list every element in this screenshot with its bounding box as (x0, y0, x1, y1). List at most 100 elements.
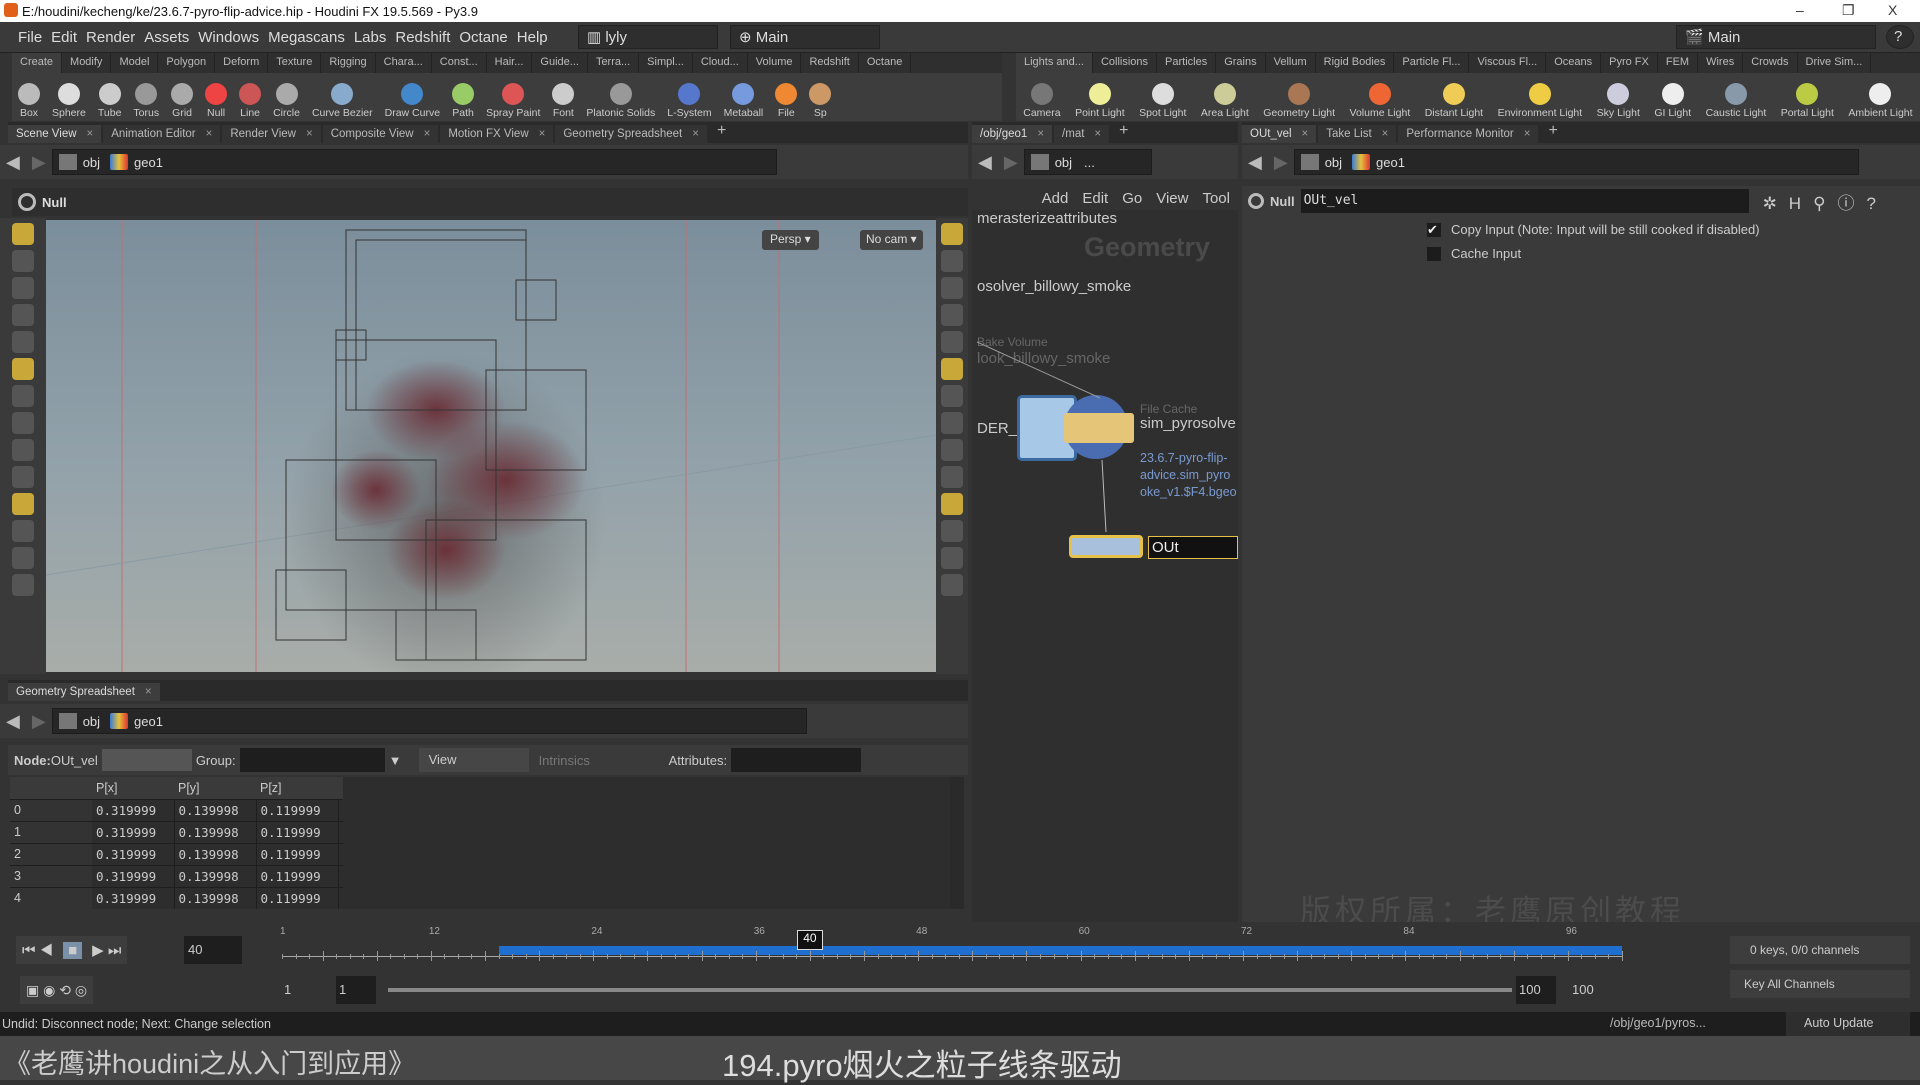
tool-l-system[interactable]: L-System (661, 73, 717, 119)
column-header[interactable] (10, 777, 92, 800)
back-icon[interactable]: ◀ (6, 152, 20, 173)
viewport-tool-icon[interactable] (941, 277, 963, 299)
viewport-tool-icon[interactable] (12, 439, 34, 461)
shelf-tab-terra[interactable]: Terra... (588, 53, 640, 73)
shelf-tab-chara[interactable]: Chara... (376, 53, 432, 73)
node-rename-input[interactable]: OUt (1148, 536, 1238, 559)
shelf-tab-grains[interactable]: Grains (1216, 53, 1266, 73)
shelf-tab-collisions[interactable]: Collisions (1093, 53, 1158, 73)
menu-redshift[interactable]: Redshift (395, 29, 450, 46)
tool-platonic-solids[interactable]: Platonic Solids (580, 73, 661, 119)
tab-mat[interactable]: /mat × (1054, 125, 1110, 143)
viewport-tool-icon[interactable] (12, 277, 34, 299)
shelf-tab-hair[interactable]: Hair... (487, 53, 533, 73)
spreadsheet-scrollbar[interactable] (950, 777, 964, 909)
tool-path[interactable]: Path (446, 73, 480, 119)
menu-windows[interactable]: Windows (198, 29, 259, 46)
range-start[interactable]: 1 (284, 982, 291, 997)
tool-file[interactable]: File (769, 73, 803, 119)
viewport-tool-icon[interactable] (12, 574, 34, 596)
viewport-tool-icon[interactable] (941, 466, 963, 488)
shelf-tab-guide[interactable]: Guide... (532, 53, 588, 73)
tab-obj-geo1[interactable]: /obj/geo1 × (972, 125, 1053, 143)
shelf-tab-pyro-fx[interactable]: Pyro FX (1601, 53, 1658, 73)
shelf-tab-texture[interactable]: Texture (268, 53, 322, 73)
help-icon[interactable]: ? (1886, 25, 1914, 49)
cache-input-checkbox[interactable]: Cache Input (1427, 246, 1521, 261)
tool-sp[interactable]: Sp (803, 73, 837, 119)
tool-spot-light[interactable]: Spot Light (1133, 73, 1192, 119)
network-menu-go[interactable]: Go (1122, 190, 1142, 207)
close-tab-icon[interactable]: × (1094, 128, 1101, 140)
tool-spray-paint[interactable]: Spray Paint (480, 73, 546, 119)
range-end[interactable]: 100 (1572, 982, 1594, 997)
tool-circle[interactable]: Circle (267, 73, 306, 119)
path-breadcrumb[interactable]: obj geo1 (1293, 149, 1859, 175)
viewport-tool-icon[interactable] (12, 250, 34, 272)
tool-line[interactable]: Line (233, 73, 267, 119)
shelf-tab-fem[interactable]: FEM (1658, 53, 1699, 73)
path-breadcrumb[interactable]: obj... (1023, 149, 1152, 175)
close-tab-icon[interactable]: × (1524, 128, 1531, 140)
back-icon[interactable]: ◀ (978, 152, 992, 173)
checkbox-icon[interactable]: ✔ (1427, 222, 1441, 237)
path-breadcrumb[interactable]: obj geo1 (51, 708, 807, 734)
tab-performance-monitor[interactable]: Performance Monitor × (1398, 125, 1539, 143)
camera-menu[interactable]: No cam ▾ (860, 230, 923, 250)
viewport-tool-icon[interactable] (941, 358, 963, 380)
menu-assets[interactable]: Assets (144, 29, 189, 46)
shelf-tab-create[interactable]: Create (12, 53, 63, 73)
close-tab-icon[interactable]: × (692, 128, 699, 140)
shelf-tab-rigid-bodies[interactable]: Rigid Bodies (1316, 53, 1395, 73)
viewport-tool-icon[interactable] (941, 493, 963, 515)
tool-geometry-light[interactable]: Geometry Light (1257, 73, 1341, 119)
tab-animation-editor[interactable]: Animation Editor × (103, 125, 221, 143)
close-tab-icon[interactable]: × (206, 128, 213, 140)
auto-update-menu[interactable]: Auto Update (1786, 1012, 1910, 1036)
tool-area-light[interactable]: Area Light (1195, 73, 1255, 119)
viewport-tool-icon[interactable] (12, 223, 34, 245)
shelf-tab-model[interactable]: Model (111, 53, 159, 73)
forward-icon[interactable]: ▶ (1004, 152, 1018, 173)
network-menu-tool[interactable]: Tool (1202, 190, 1230, 207)
column-header[interactable]: P[y] (174, 777, 256, 800)
close-tab-icon[interactable]: × (1382, 128, 1389, 140)
viewport-tool-icon[interactable] (12, 304, 34, 326)
status-node-path[interactable]: /obj/geo1/pyros... (1610, 1016, 1730, 1030)
shelf-tab-vellum[interactable]: Vellum (1266, 53, 1316, 73)
menu-labs[interactable]: Labs (354, 29, 387, 46)
view-menu[interactable]: View (418, 748, 529, 772)
tool-curve-bezier[interactable]: Curve Bezier (306, 73, 379, 119)
add-tab-icon[interactable]: + (1111, 119, 1136, 143)
tool-gi-light[interactable]: GI Light (1648, 73, 1697, 119)
viewport-tool-icon[interactable] (941, 250, 963, 272)
tool-point-light[interactable]: Point Light (1069, 73, 1131, 119)
viewport-tool-icon[interactable] (941, 304, 963, 326)
add-tab-icon[interactable]: + (1540, 119, 1565, 143)
playback-end-input[interactable]: 100 (1516, 976, 1556, 1004)
shelf-tab-redshift[interactable]: Redshift (801, 53, 859, 73)
shelf-tab-crowds[interactable]: Crowds (1743, 53, 1798, 73)
viewport-tool-icon[interactable] (941, 331, 963, 353)
menu-edit[interactable]: Edit (51, 29, 77, 46)
tab-out-vel[interactable]: OUt_vel × (1242, 125, 1317, 143)
close-tab-icon[interactable]: × (306, 128, 313, 140)
tab-geometry-spreadsheet[interactable]: Geometry Spreadsheet × (8, 683, 160, 701)
viewport-3d[interactable]: Persp ▾ No cam ▾ (46, 220, 936, 672)
tab-scene-view[interactable]: Scene View × (8, 125, 102, 143)
playback-options[interactable]: ▣ ◉ ⟲ ◎ (20, 976, 94, 1004)
tool-camera[interactable]: Camera (1017, 73, 1066, 119)
path-breadcrumb[interactable]: obj geo1 (51, 149, 777, 175)
viewport-tool-icon[interactable] (12, 547, 34, 569)
viewport-tool-icon[interactable] (941, 412, 963, 434)
perspective-menu[interactable]: Persp ▾ (762, 230, 819, 250)
network-menu-view[interactable]: View (1156, 190, 1188, 207)
shelf-tab-cloud[interactable]: Cloud... (693, 53, 748, 73)
viewport-tool-icon[interactable] (941, 223, 963, 245)
shelf-tab-octane[interactable]: Octane (859, 53, 912, 73)
filter-icon[interactable]: ▼ (389, 753, 409, 768)
menu-render[interactable]: Render (86, 29, 135, 46)
tool-environment-light[interactable]: Environment Light (1492, 73, 1589, 119)
maximize-button[interactable]: ❐ (1842, 2, 1855, 19)
forward-icon[interactable]: ▶ (1274, 152, 1288, 173)
